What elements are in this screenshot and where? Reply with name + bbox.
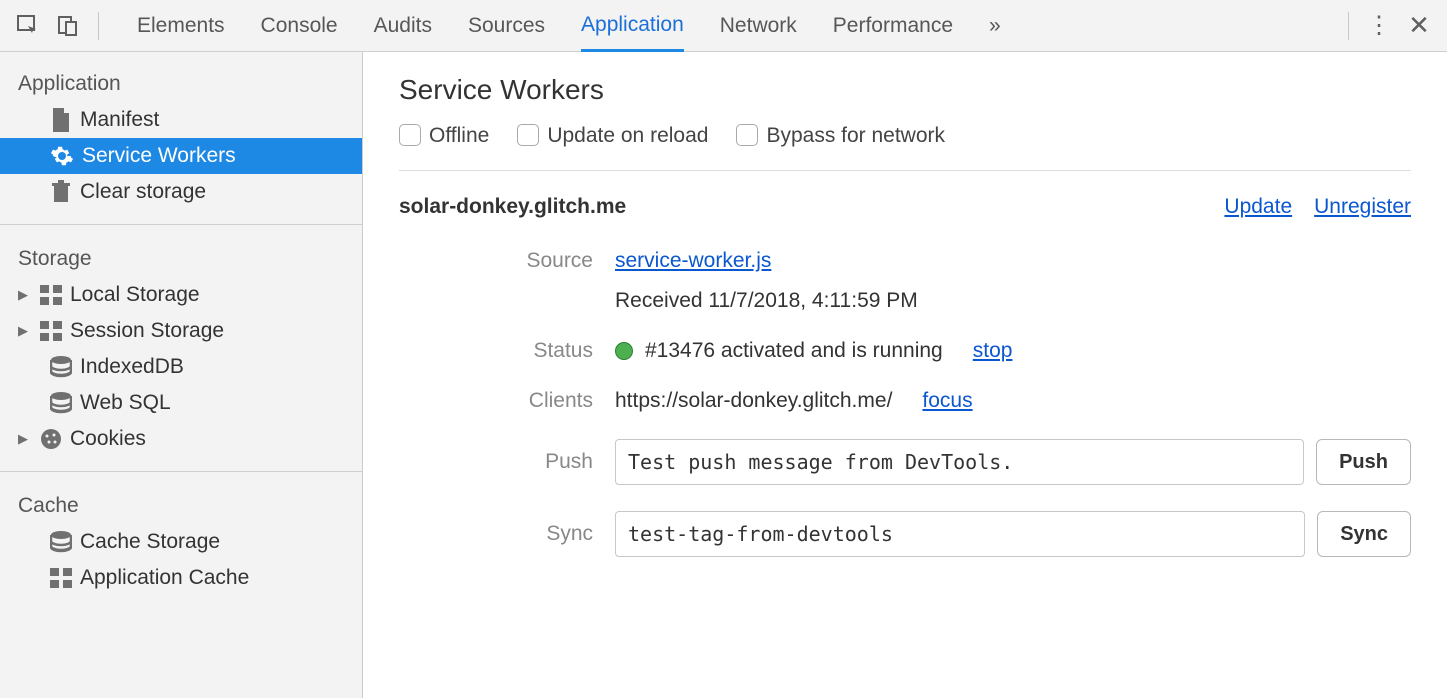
panel-title: Service Workers xyxy=(399,74,1411,106)
push-button[interactable]: Push xyxy=(1316,439,1411,485)
sidebar-item-label: Clear storage xyxy=(80,180,206,204)
grid-icon xyxy=(50,568,72,588)
grid-icon xyxy=(40,285,62,305)
sidebar-item-indexeddb[interactable]: IndexedDB xyxy=(0,349,362,385)
sw-origin: solar-donkey.glitch.me xyxy=(399,195,1224,219)
sidebar-item-session-storage[interactable]: ▶ Session Storage xyxy=(0,313,362,349)
kebab-menu-icon[interactable]: ⋮ xyxy=(1359,6,1399,46)
sw-source-link[interactable]: service-worker.js xyxy=(615,249,771,273)
tab-more[interactable]: » xyxy=(989,0,1001,51)
tab-application[interactable]: Application xyxy=(581,1,684,52)
checkbox-label: Offline xyxy=(429,124,489,147)
sidebar-item-label: Manifest xyxy=(80,108,159,132)
sidebar-item-label: IndexedDB xyxy=(80,355,184,379)
status-label: Status xyxy=(399,339,615,363)
sidebar-item-application-cache[interactable]: Application Cache xyxy=(0,560,362,596)
chevron-right-icon: ▶ xyxy=(18,287,32,303)
sidebar-item-label: Service Workers xyxy=(82,144,236,168)
status-dot-icon xyxy=(615,342,633,360)
sidebar-item-manifest[interactable]: Manifest xyxy=(0,102,362,138)
push-input[interactable] xyxy=(615,439,1304,485)
sidebar-group-storage: Storage xyxy=(0,239,362,277)
inspect-element-icon[interactable] xyxy=(8,6,48,46)
devtools-tabbar: Elements Console Audits Sources Applicat… xyxy=(0,0,1447,52)
gear-icon xyxy=(50,144,74,168)
sw-received: Received 11/7/2018, 4:11:59 PM xyxy=(615,289,918,313)
close-icon[interactable]: ✕ xyxy=(1399,6,1439,46)
tab-performance[interactable]: Performance xyxy=(833,0,953,51)
file-icon xyxy=(50,108,72,132)
client-url: https://solar-donkey.glitch.me/ xyxy=(615,389,892,413)
database-icon xyxy=(50,392,72,414)
chevron-right-icon: ▶ xyxy=(18,431,32,447)
clients-label: Clients xyxy=(399,389,615,413)
offline-checkbox[interactable]: Offline xyxy=(399,124,489,148)
device-toggle-icon[interactable] xyxy=(48,6,88,46)
sidebar-item-label: Cookies xyxy=(70,427,146,451)
checkbox-label: Update on reload xyxy=(547,124,708,147)
sync-button[interactable]: Sync xyxy=(1317,511,1411,557)
sidebar-item-web-sql[interactable]: Web SQL xyxy=(0,385,362,421)
sidebar-item-service-workers[interactable]: Service Workers xyxy=(0,138,362,174)
cookie-icon xyxy=(40,428,62,450)
unregister-link[interactable]: Unregister xyxy=(1314,195,1411,219)
bypass-checkbox[interactable]: Bypass for network xyxy=(736,124,945,148)
trash-icon xyxy=(50,180,72,204)
sidebar-item-cache-storage[interactable]: Cache Storage xyxy=(0,524,362,560)
tab-elements[interactable]: Elements xyxy=(137,0,225,51)
application-sidebar: Application Manifest Service Workers Cle… xyxy=(0,52,363,698)
tab-sources[interactable]: Sources xyxy=(468,0,545,51)
grid-icon xyxy=(40,321,62,341)
sidebar-item-label: Cache Storage xyxy=(80,530,220,554)
tab-network[interactable]: Network xyxy=(720,0,797,51)
sidebar-group-cache: Cache xyxy=(0,486,362,524)
sidebar-item-label: Web SQL xyxy=(80,391,171,415)
sidebar-item-label: Application Cache xyxy=(80,566,249,590)
database-icon xyxy=(50,356,72,378)
source-label: Source xyxy=(399,249,615,273)
sw-status-text: #13476 activated and is running xyxy=(645,339,943,363)
service-workers-panel: Service Workers Offline Update on reload… xyxy=(363,52,1447,698)
sidebar-group-application: Application xyxy=(0,64,362,102)
sw-options-row: Offline Update on reload Bypass for netw… xyxy=(399,124,1411,171)
sidebar-item-clear-storage[interactable]: Clear storage xyxy=(0,174,362,210)
checkbox-label: Bypass for network xyxy=(766,124,945,147)
database-icon xyxy=(50,531,72,553)
tab-audits[interactable]: Audits xyxy=(374,0,432,51)
divider xyxy=(98,12,99,40)
sidebar-item-cookies[interactable]: ▶ Cookies xyxy=(0,421,362,457)
update-link[interactable]: Update xyxy=(1224,195,1292,219)
focus-link[interactable]: focus xyxy=(922,389,972,413)
sync-label: Sync xyxy=(399,522,615,546)
stop-link[interactable]: stop xyxy=(973,339,1013,363)
sidebar-item-local-storage[interactable]: ▶ Local Storage xyxy=(0,277,362,313)
sidebar-item-label: Session Storage xyxy=(70,319,224,343)
update-on-reload-checkbox[interactable]: Update on reload xyxy=(517,124,708,148)
sync-input[interactable] xyxy=(615,511,1305,557)
divider xyxy=(1348,12,1349,40)
chevron-right-icon: ▶ xyxy=(18,323,32,339)
push-label: Push xyxy=(399,450,615,474)
tab-console[interactable]: Console xyxy=(261,0,338,51)
sidebar-item-label: Local Storage xyxy=(70,283,200,307)
